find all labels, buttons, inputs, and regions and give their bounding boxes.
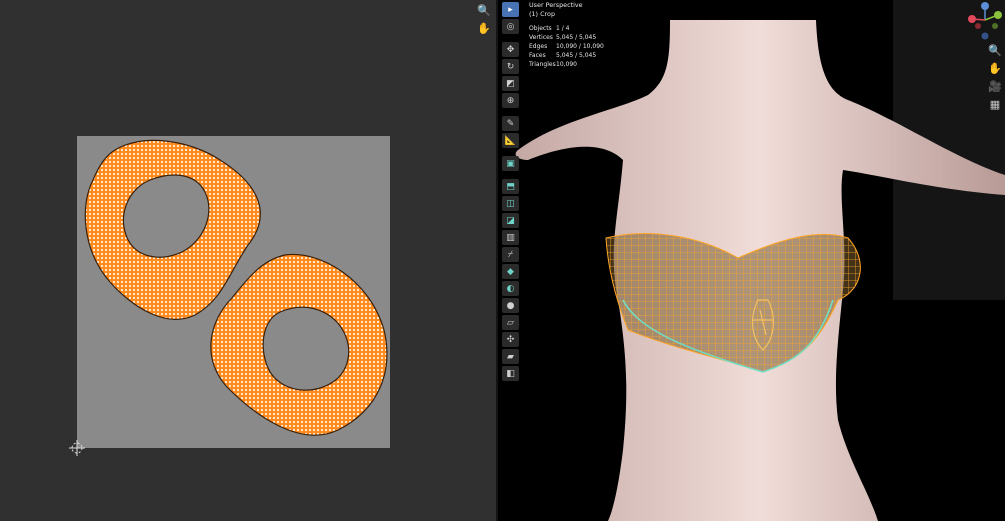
scale-tool[interactable]: ◩ [502,76,519,91]
uv-editor[interactable]: 🔍 ✋ [0,0,496,521]
z-axis-icon[interactable] [981,2,989,10]
neg-z-axis-icon[interactable] [981,32,989,40]
zoom-icon[interactable]: 🔍 [987,42,1003,58]
rotate-tool[interactable]: ↻ [502,59,519,74]
statistics-overlay: Objects 1 / 4 Vertices 5,045 / 5,045 Edg… [529,24,604,69]
inset-faces-tool[interactable]: ◫ [502,196,519,211]
rip-region-tool[interactable]: ◧ [502,366,519,381]
stat-value: 10,090 [556,61,577,68]
stat-label: Vertices [529,34,553,41]
add-cube-tool[interactable]: ▣ [502,156,519,171]
extrude-region-tool[interactable]: ⬒ [502,179,519,194]
stat-row: Faces 5,045 / 5,045 [529,51,604,60]
hand-pan-icon[interactable]: ✋ [476,20,492,36]
stat-label: Triangles [529,61,556,68]
viewport-scene [515,0,1005,521]
viewport-header-text: User Perspective (1) Crop [529,1,583,19]
spin-tool[interactable]: ◐ [502,281,519,296]
hand-pan-icon[interactable]: ✋ [987,60,1003,76]
camera-icon[interactable]: 🎥 [987,78,1003,94]
edge-slide-tool[interactable]: ▱ [502,315,519,330]
knife-tool[interactable]: ⌿ [502,247,519,262]
smooth-tool[interactable]: ● [502,298,519,313]
stat-value: 10,090 / 10,090 [556,43,604,50]
stat-value: 5,045 / 5,045 [556,34,597,41]
stat-row: Vertices 5,045 / 5,045 [529,33,604,42]
select-box-tool[interactable]: ▸ [502,2,519,17]
measure-tool[interactable]: 📐 [502,133,519,148]
transform-tool[interactable]: ⊕ [502,93,519,108]
stat-label: Faces [529,52,546,59]
zoom-icon[interactable]: 🔍 [476,2,492,18]
perspective-label: User Perspective [529,1,583,9]
stat-row: Edges 10,090 / 10,090 [529,42,604,51]
shrink-fatten-tool[interactable]: ✣ [502,332,519,347]
3d-viewport[interactable]: ▸ ◎ ✥ ↻ ◩ ⊕ ✎ 📐 ▣ ⬒ ◫ ◪ ▥ ⌿ ◆ ◐ ● ▱ ✣ ▰ … [498,0,1005,521]
stat-value: 1 / 4 [556,25,570,32]
stat-row: Triangles 10,090 [529,60,604,69]
stat-row: Objects 1 / 4 [529,24,604,33]
stat-label: Edges [529,43,548,50]
cursor-tool[interactable]: ◎ [502,19,519,34]
move-tool[interactable]: ✥ [502,42,519,57]
viewport-nav-buttons: 🔍 ✋ 🎥 ▦ [987,42,1003,114]
y-axis-icon[interactable] [994,11,1002,19]
tool-shelf: ▸ ◎ ✥ ↻ ◩ ⊕ ✎ 📐 ▣ ⬒ ◫ ◪ ▥ ⌿ ◆ ◐ ● ▱ ✣ ▰ … [502,2,519,383]
loop-cut-tool[interactable]: ▥ [502,230,519,245]
grid-icon[interactable]: ▦ [987,96,1003,112]
stat-label: Objects [529,25,552,32]
neg-x-axis-icon[interactable] [975,23,981,29]
axis-gizmo[interactable] [965,0,1005,45]
uv-nav-gizmo: 🔍 ✋ [476,2,494,38]
neg-y-axis-icon[interactable] [992,23,998,29]
x-axis-icon[interactable] [968,15,976,23]
bevel-tool[interactable]: ◪ [502,213,519,228]
shear-tool[interactable]: ▰ [502,349,519,364]
uv-canvas[interactable] [0,0,496,521]
stat-value: 5,045 / 5,045 [556,52,597,59]
poly-build-tool[interactable]: ◆ [502,264,519,279]
annotate-tool[interactable]: ✎ [502,116,519,131]
object-label: (1) Crop [529,10,555,18]
